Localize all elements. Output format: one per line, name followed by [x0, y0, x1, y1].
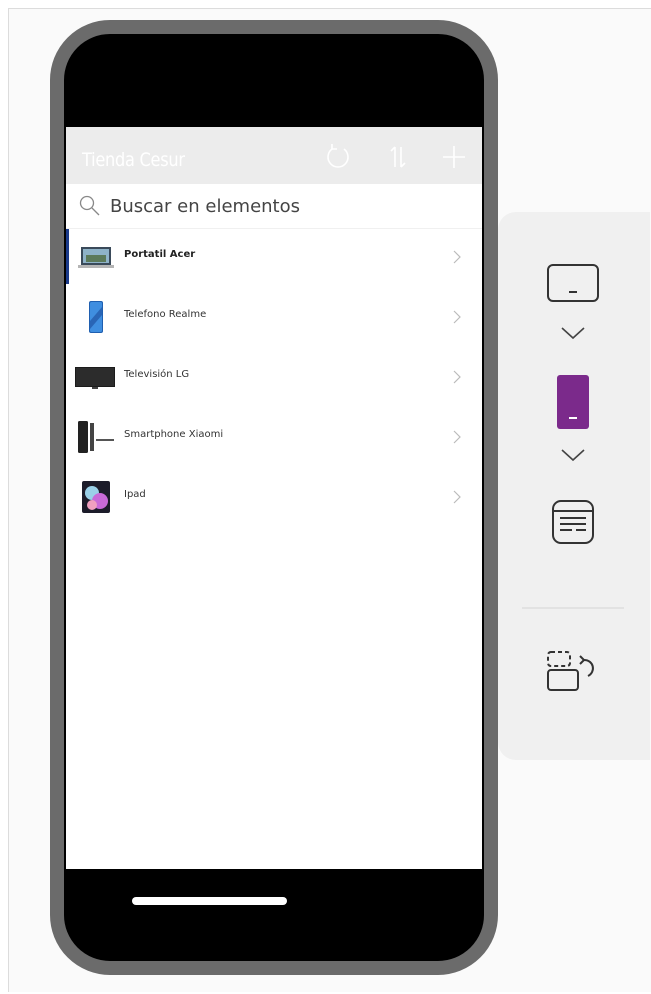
home-indicator	[132, 897, 287, 905]
phone-layout-icon[interactable]	[556, 374, 590, 430]
chevron-right-icon[interactable]	[452, 249, 462, 265]
list-item[interactable]: Ipad	[66, 469, 482, 529]
product-list: Portatil Acer Telefono Realme Televisión…	[66, 229, 482, 529]
chevron-right-icon[interactable]	[452, 369, 462, 385]
item-label: Televisión LG	[124, 369, 190, 380]
item-label: Telefono Realme	[124, 309, 207, 320]
sort-icon[interactable]	[382, 141, 414, 173]
device-layout-panel	[498, 212, 650, 760]
list-item[interactable]: Telefono Realme	[66, 289, 482, 349]
phone-thumbnail	[78, 301, 114, 333]
phone-preview: Tienda Cesur Portatil Acer	[50, 20, 498, 975]
panel-divider	[522, 607, 624, 609]
chevron-right-icon[interactable]	[452, 489, 462, 505]
app-title: Tienda Cesur	[82, 149, 185, 171]
app-header: Tienda Cesur	[66, 127, 482, 184]
smartphone-thumbnail	[76, 421, 116, 453]
laptop-thumbnail	[78, 241, 114, 273]
rotate-screen-icon[interactable]	[544, 650, 600, 692]
list-item[interactable]: Smartphone Xiaomi	[66, 409, 482, 469]
app-screen: Tienda Cesur Portatil Acer	[66, 127, 482, 869]
search-input[interactable]	[110, 192, 470, 220]
screen-layout-icon[interactable]	[550, 498, 596, 546]
chevron-right-icon[interactable]	[452, 429, 462, 445]
add-icon[interactable]	[438, 141, 470, 173]
item-label: Ipad	[124, 489, 146, 500]
search-bar	[66, 184, 482, 229]
tv-thumbnail	[74, 361, 116, 393]
item-label: Portatil Acer	[124, 249, 196, 260]
tablet-thumbnail	[78, 481, 114, 513]
refresh-icon[interactable]	[322, 141, 354, 173]
item-label: Smartphone Xiaomi	[124, 429, 224, 440]
tablet-layout-icon[interactable]	[546, 262, 600, 306]
chevron-down-icon[interactable]	[560, 324, 586, 342]
list-item[interactable]: Televisión LG	[66, 349, 482, 409]
chevron-right-icon[interactable]	[452, 309, 462, 325]
chevron-down-icon[interactable]	[560, 446, 586, 464]
search-icon	[78, 194, 102, 218]
list-item[interactable]: Portatil Acer	[66, 229, 482, 289]
